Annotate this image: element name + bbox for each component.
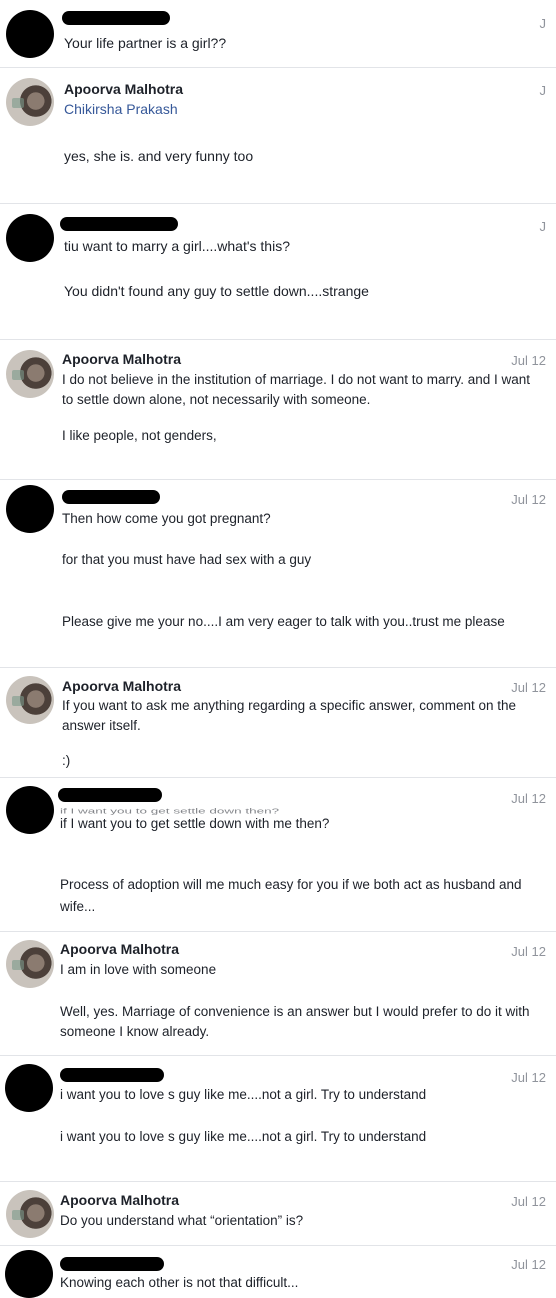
message-text: someone I know already. — [60, 1024, 210, 1039]
message-text: to settle down alone, not necessarily wi… — [62, 392, 371, 407]
message-item[interactable]: Jul 12 Knowing each other is not that di… — [0, 1246, 556, 1298]
message-date: Jul 12 — [511, 680, 546, 695]
message-item[interactable]: Jul 12 Then how come you got pregnant? f… — [0, 480, 556, 668]
message-date: Jul 12 — [511, 492, 546, 507]
redacted-sender-name — [60, 217, 178, 231]
message-text: Process of adoption will me much easy fo… — [60, 877, 522, 892]
message-text: You didn't found any guy to settle down.… — [64, 283, 369, 299]
avatar[interactable] — [6, 214, 54, 262]
message-date: Jul 12 — [511, 1070, 546, 1085]
message-date: Jul 12 — [511, 791, 546, 806]
sender-name[interactable]: Apoorva Malhotra — [60, 941, 179, 957]
message-text: Please give me your no....I am very eage… — [62, 614, 505, 629]
message-text: I am in love with someone — [60, 962, 217, 977]
message-item[interactable]: J Your life partner is a girl?? — [0, 0, 556, 68]
avatar[interactable] — [6, 10, 54, 58]
message-item[interactable]: Apoorva Malhotra Chikirsha Prakash J yes… — [0, 68, 556, 204]
message-text: I like people, not genders, — [62, 428, 217, 443]
avatar[interactable] — [5, 1064, 53, 1112]
message-text: Do you understand what “orientation” is? — [60, 1213, 304, 1228]
message-item[interactable]: Apoorva Malhotra Jul 12 Do you understan… — [0, 1182, 556, 1246]
message-text: tiu want to marry a girl....what's this? — [64, 238, 290, 254]
redacted-sender-name — [60, 1068, 164, 1082]
avatar[interactable] — [6, 940, 54, 988]
avatar[interactable] — [6, 485, 54, 533]
message-text: If you want to ask me anything regarding… — [62, 698, 516, 713]
sender-name[interactable]: Apoorva Malhotra — [62, 351, 181, 367]
message-text: Your life partner is a girl?? — [64, 35, 227, 51]
message-text: i want you to love s guy like me....not … — [60, 1129, 427, 1144]
avatar[interactable] — [6, 1190, 54, 1238]
sender-subtitle[interactable]: Chikirsha Prakash — [64, 101, 178, 117]
message-date: Jul 12 — [511, 1194, 546, 1209]
sender-name[interactable]: Apoorva Malhotra — [64, 81, 183, 97]
message-date: Jul 12 — [511, 1257, 546, 1272]
redacted-sender-name — [60, 1257, 164, 1271]
avatar[interactable] — [5, 1250, 53, 1298]
message-date: Jul 12 — [511, 944, 546, 959]
message-date: J — [539, 16, 547, 31]
message-date: J — [539, 83, 547, 98]
sender-name[interactable]: Apoorva Malhotra — [62, 678, 181, 694]
message-text: answer itself. — [62, 718, 141, 733]
message-item[interactable]: Jul 12 i want you to love s guy like me.… — [0, 1056, 556, 1182]
message-text: if I want you to get settle down with me… — [60, 816, 330, 831]
message-item[interactable]: Apoorva Malhotra Jul 12 I am in love wit… — [0, 932, 556, 1056]
message-text: yes, she is. and very funny too — [64, 148, 254, 164]
message-item[interactable]: J tiu want to marry a girl....what's thi… — [0, 204, 556, 340]
message-text: wife... — [60, 899, 96, 914]
redacted-sender-name — [58, 788, 162, 802]
message-text: I do not believe in the institution of m… — [62, 372, 531, 387]
message-text: Then how come you got pregnant? — [62, 511, 271, 526]
message-item[interactable]: Jul 12 if I want you to get settle down … — [0, 778, 556, 932]
message-item[interactable]: Apoorva Malhotra Jul 12 I do not believe… — [0, 340, 556, 480]
message-text: Well, yes. Marriage of convenience is an… — [60, 1004, 530, 1019]
redacted-sender-name — [62, 11, 170, 25]
message-item[interactable]: Apoorva Malhotra Jul 12 If you want to a… — [0, 668, 556, 778]
message-text-ghost: if I want you to get settle down then? — [60, 807, 280, 816]
message-text: for that you must have had sex with a gu… — [62, 552, 312, 567]
redacted-sender-name — [62, 490, 160, 504]
avatar[interactable] — [6, 676, 54, 724]
message-text: :) — [62, 753, 71, 768]
message-text: Knowing each other is not that difficult… — [60, 1275, 299, 1290]
message-text: i want you to love s guy like me....not … — [60, 1087, 427, 1102]
avatar[interactable] — [6, 350, 54, 398]
avatar[interactable] — [6, 78, 54, 126]
message-date: J — [539, 219, 547, 234]
message-date: Jul 12 — [511, 353, 546, 368]
avatar[interactable] — [6, 786, 54, 834]
sender-name[interactable]: Apoorva Malhotra — [60, 1192, 179, 1208]
